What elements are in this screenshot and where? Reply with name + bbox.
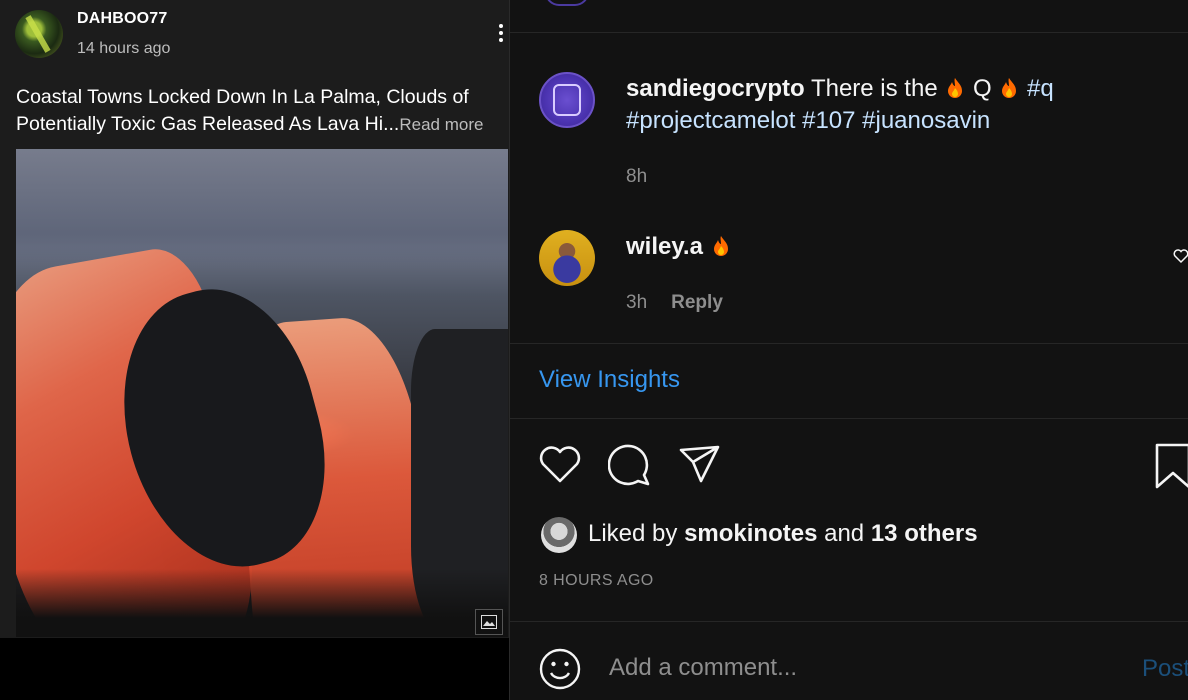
post-timestamp: 14 hours ago <box>77 40 171 57</box>
news-post-card: DAHBOO77 14 hours ago Coastal Towns Lock… <box>0 0 509 638</box>
comment-username[interactable]: sandiegocrypto <box>626 75 805 102</box>
comment-sandiegocrypto: sandiegocrypto There is the Q #q #project… <box>626 73 1146 137</box>
image-shadow <box>16 569 508 637</box>
post-detail-panel: sandiegocrypto There is the Q #q #project… <box>509 0 1188 700</box>
image-gallery-icon[interactable] <box>475 609 503 635</box>
left-feed-panel: DAHBOO77 14 hours ago Coastal Towns Lock… <box>0 0 509 700</box>
divider <box>510 32 1188 33</box>
like-heart-icon[interactable] <box>538 444 582 484</box>
likes-others-link[interactable]: 13 others <box>871 520 978 547</box>
liked-by-summary: Liked by smokinotes and 13 others <box>588 520 978 548</box>
post-comment-button[interactable]: Post <box>1142 655 1188 683</box>
comment-time: 3h <box>626 292 648 313</box>
reply-button[interactable]: Reply <box>671 292 723 313</box>
hashtag-link[interactable]: #projectcamelot <box>626 107 795 134</box>
fire-emoji-icon <box>948 78 963 98</box>
hashtag-link[interactable]: #107 <box>802 107 855 134</box>
liker-avatar[interactable] <box>541 517 577 553</box>
post-headline: Coastal Towns Locked Down In La Palma, C… <box>16 84 506 138</box>
hashtag-link[interactable]: #q <box>1027 75 1054 102</box>
emoji-picker-icon[interactable] <box>538 647 582 691</box>
share-send-icon[interactable] <box>678 444 722 484</box>
hashtag-link[interactable]: #juanosavin <box>862 107 990 134</box>
liked-middle: and <box>817 520 871 547</box>
view-insights-link[interactable]: View Insights <box>539 366 680 394</box>
liked-prefix: Liked by <box>588 520 685 547</box>
liker-username[interactable]: smokinotes <box>684 520 817 547</box>
divider <box>510 418 1188 419</box>
comment-text: There is the <box>804 75 945 102</box>
author-avatar[interactable] <box>15 10 63 58</box>
divider <box>510 621 1188 622</box>
read-more-link[interactable]: Read more <box>399 115 483 134</box>
commenter-avatar-wiley[interactable] <box>539 230 595 286</box>
post-age: 8 HOURS AGO <box>539 572 654 589</box>
cropped-avatar <box>545 0 589 6</box>
comment-text-q: Q <box>966 75 999 102</box>
fire-emoji-icon <box>1002 78 1017 98</box>
more-options-icon[interactable] <box>498 24 504 48</box>
commenter-avatar-sandiegocrypto[interactable] <box>539 72 595 128</box>
comment-bubble-icon[interactable] <box>608 444 652 486</box>
author-username[interactable]: DAHBOO77 <box>77 10 168 28</box>
divider <box>510 343 1188 344</box>
like-comment-heart-icon[interactable] <box>1173 248 1188 264</box>
comment-username[interactable]: wiley.a <box>626 233 703 260</box>
save-bookmark-icon[interactable] <box>1155 443 1188 489</box>
fire-emoji-icon <box>713 236 728 256</box>
comment-time: 8h <box>626 166 648 187</box>
comment-meta: 3h Reply <box>626 292 723 314</box>
image-smoke <box>16 149 508 269</box>
comment-input[interactable] <box>609 654 1129 682</box>
post-image[interactable] <box>16 149 508 637</box>
comment-wiley: wiley.a <box>626 231 1146 263</box>
